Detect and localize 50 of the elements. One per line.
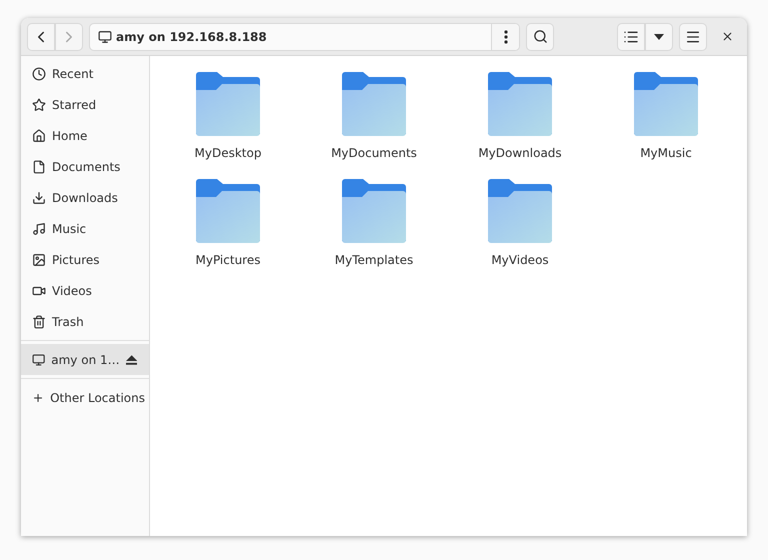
- back-button[interactable]: [27, 22, 55, 50]
- list-icon: [623, 28, 639, 44]
- menu-icon: [685, 28, 701, 44]
- download-icon: [32, 190, 46, 204]
- location-bar[interactable]: amy on 192.168.8.188: [89, 22, 520, 50]
- view-options-button[interactable]: [645, 22, 673, 50]
- folder-icon: [196, 179, 260, 243]
- close-icon: [720, 30, 734, 43]
- folder-name[interactable]: MyDesktop: [192, 145, 264, 161]
- sidebar-item[interactable]: amy on 1…: [21, 344, 149, 375]
- more-icon: [504, 30, 508, 44]
- location-text: amy on 192.168.8.188: [115, 30, 268, 44]
- folder-icon: [488, 179, 552, 243]
- computer-icon: [98, 30, 112, 44]
- view-button[interactable]: [617, 22, 645, 50]
- sidebar-item[interactable]: Music: [21, 213, 149, 244]
- search-button[interactable]: [526, 22, 554, 50]
- folder-icon: [342, 72, 406, 136]
- home-icon: [32, 128, 46, 142]
- computer-icon: [32, 352, 46, 366]
- sidebar-item[interactable]: Documents: [21, 151, 149, 182]
- folder-name[interactable]: MyMusic: [637, 145, 695, 161]
- music-icon: [32, 222, 46, 236]
- more-button[interactable]: [491, 24, 519, 50]
- folder-name[interactable]: MyDownloads: [475, 145, 565, 161]
- folder-name[interactable]: MyPictures: [192, 252, 264, 268]
- sidebar-item[interactable]: Recent: [21, 58, 149, 89]
- sidebar-item[interactable]: Pictures: [21, 244, 149, 275]
- folder-icon: [196, 72, 260, 136]
- search-icon: [532, 29, 548, 44]
- sidebar-item[interactable]: Trash: [21, 306, 149, 337]
- folder-icon: [634, 72, 698, 136]
- caret-icon: [654, 34, 664, 40]
- folder-name[interactable]: MyDocuments: [328, 145, 420, 161]
- sidebar-item[interactable]: Other Locations: [21, 382, 149, 413]
- folder-name[interactable]: MyVideos: [488, 252, 552, 268]
- menu-button[interactable]: [679, 22, 707, 50]
- folder-icon: [342, 179, 406, 243]
- folder-name[interactable]: MyTemplates: [332, 252, 416, 268]
- sidebar-item[interactable]: Home: [21, 120, 149, 151]
- sidebar-item[interactable]: Videos: [21, 275, 149, 306]
- sidebar-item[interactable]: Downloads: [21, 182, 149, 213]
- sidebar-item[interactable]: Starred: [21, 89, 149, 120]
- image-icon: [32, 252, 46, 266]
- star-icon: [32, 98, 46, 112]
- clock-icon: [32, 66, 46, 80]
- document-icon: [32, 160, 46, 174]
- folder-icon: [488, 72, 552, 136]
- eject-icon: [126, 354, 137, 364]
- trash-icon: [32, 314, 46, 328]
